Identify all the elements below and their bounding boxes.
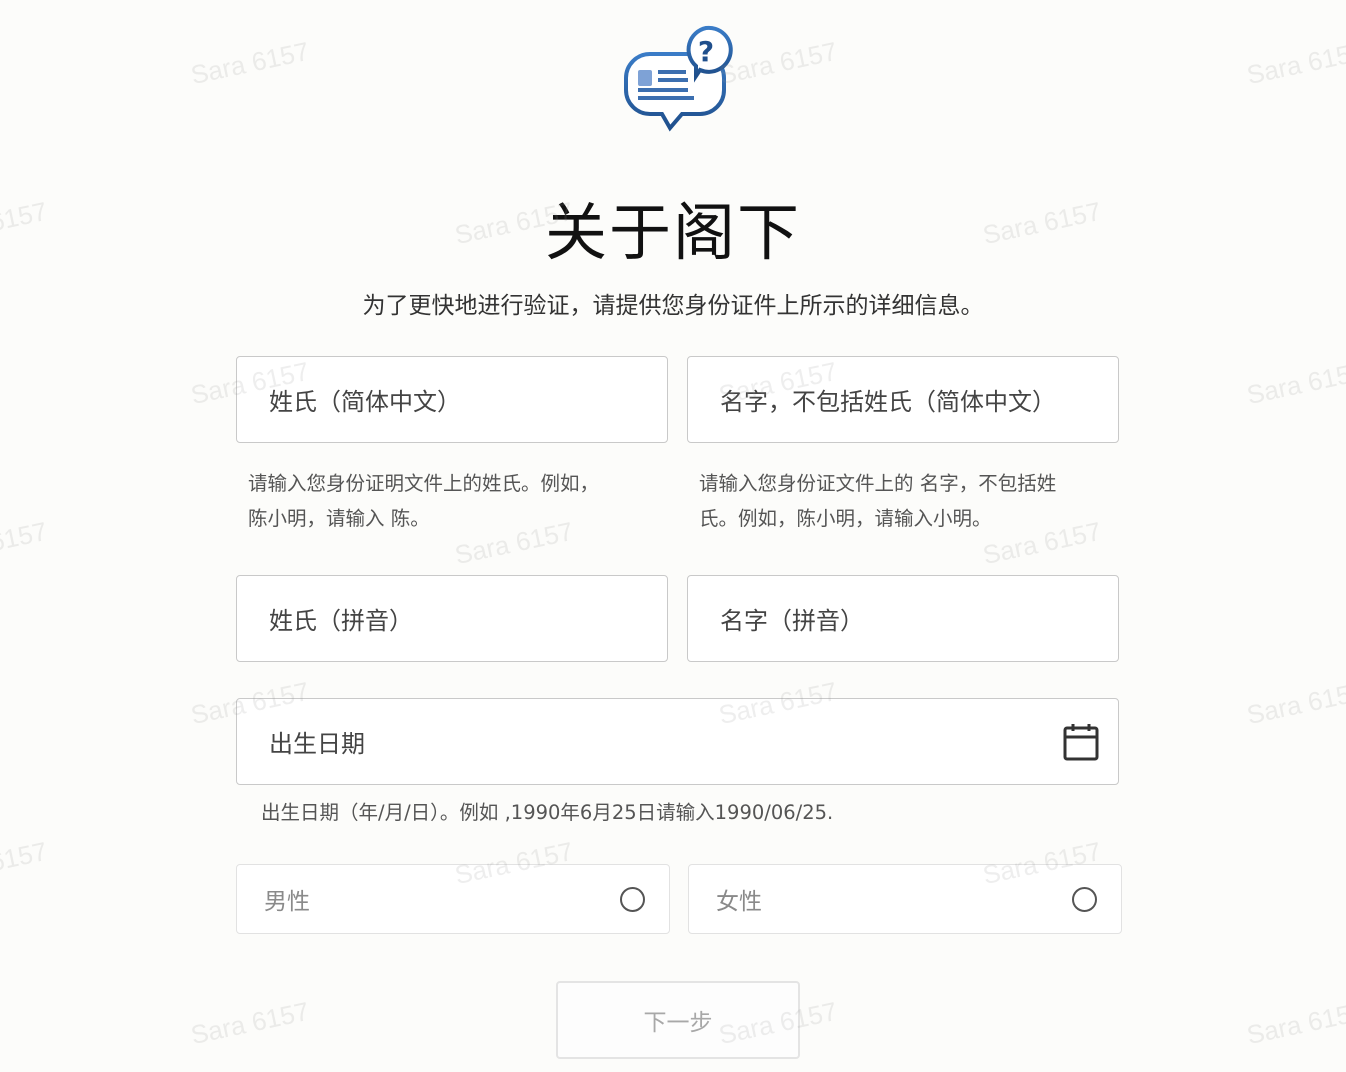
id-document-question-chat-icon: ? [620, 22, 736, 138]
page-title: 关于阁下 [544, 196, 801, 269]
helper-line: 请输入您身份证明文件上的姓氏。例如， [248, 472, 600, 495]
watermark-layer: Sara 6157 Sara 6157 Sara 6157 Sara 6157 … [0, 0, 1346, 1072]
given-name-cn-input[interactable]: 名字，不包括姓氏（简体中文） [687, 356, 1119, 443]
watermark: Sara 6157 [188, 995, 312, 1051]
svg-text:?: ? [698, 35, 714, 68]
gender-option-female[interactable]: 女性 [688, 864, 1122, 934]
gender-option-male[interactable]: 男性 [236, 864, 670, 934]
surname-pinyin-placeholder: 姓氏（拼音） [269, 607, 413, 635]
gender-male-label: 男性 [264, 889, 310, 915]
given-name-pinyin-input[interactable]: 名字（拼音） [687, 575, 1119, 662]
surname-pinyin-input[interactable]: 姓氏（拼音） [236, 575, 668, 662]
helper-line: 请输入您身份证文件上的 名字，不包括姓 [699, 472, 1057, 495]
birth-date-helper: 出生日期（年/月/日）。例如 ,1990年6月25日请输入1990/06/25. [261, 801, 834, 824]
watermark: Sara 6157 [1244, 995, 1346, 1051]
given-name-cn-helper: 请输入您身份证文件上的 名字，不包括姓 氏。例如，陈小明，请输入小明。 [699, 466, 1119, 536]
surname-cn-placeholder: 姓氏（简体中文） [269, 388, 461, 416]
helper-line: 陈小明，请输入 陈。 [248, 507, 430, 530]
radio-male[interactable] [620, 886, 645, 912]
given-name-pinyin-placeholder: 名字（拼音） [720, 607, 864, 635]
watermark: Sara 6157 [188, 35, 312, 91]
page-subtitle: 为了更快地进行验证，请提供您身份证件上所示的详细信息。 [362, 293, 984, 319]
birth-date-input[interactable]: 出生日期 [236, 698, 1119, 785]
birth-date-placeholder: 出生日期 [269, 730, 365, 758]
next-button[interactable]: 下一步 [556, 981, 800, 1059]
watermark: Sara 6157 [1244, 35, 1346, 91]
surname-cn-helper: 请输入您身份证明文件上的姓氏。例如， 陈小明，请输入 陈。 [248, 466, 668, 536]
watermark: Sara 6157 [1244, 355, 1346, 411]
gender-female-label: 女性 [716, 889, 762, 915]
watermark: Sara 6157 [0, 515, 50, 570]
calendar-icon[interactable] [1062, 722, 1100, 762]
watermark: Sara 6157 [0, 835, 50, 890]
helper-line: 氏。例如，陈小明，请输入小明。 [699, 507, 992, 530]
given-name-cn-placeholder: 名字，不包括姓氏（简体中文） [720, 388, 1056, 416]
watermark: Sara 6157 [1244, 675, 1346, 731]
surname-cn-input[interactable]: 姓氏（简体中文） [236, 356, 668, 443]
radio-female[interactable] [1072, 886, 1097, 912]
